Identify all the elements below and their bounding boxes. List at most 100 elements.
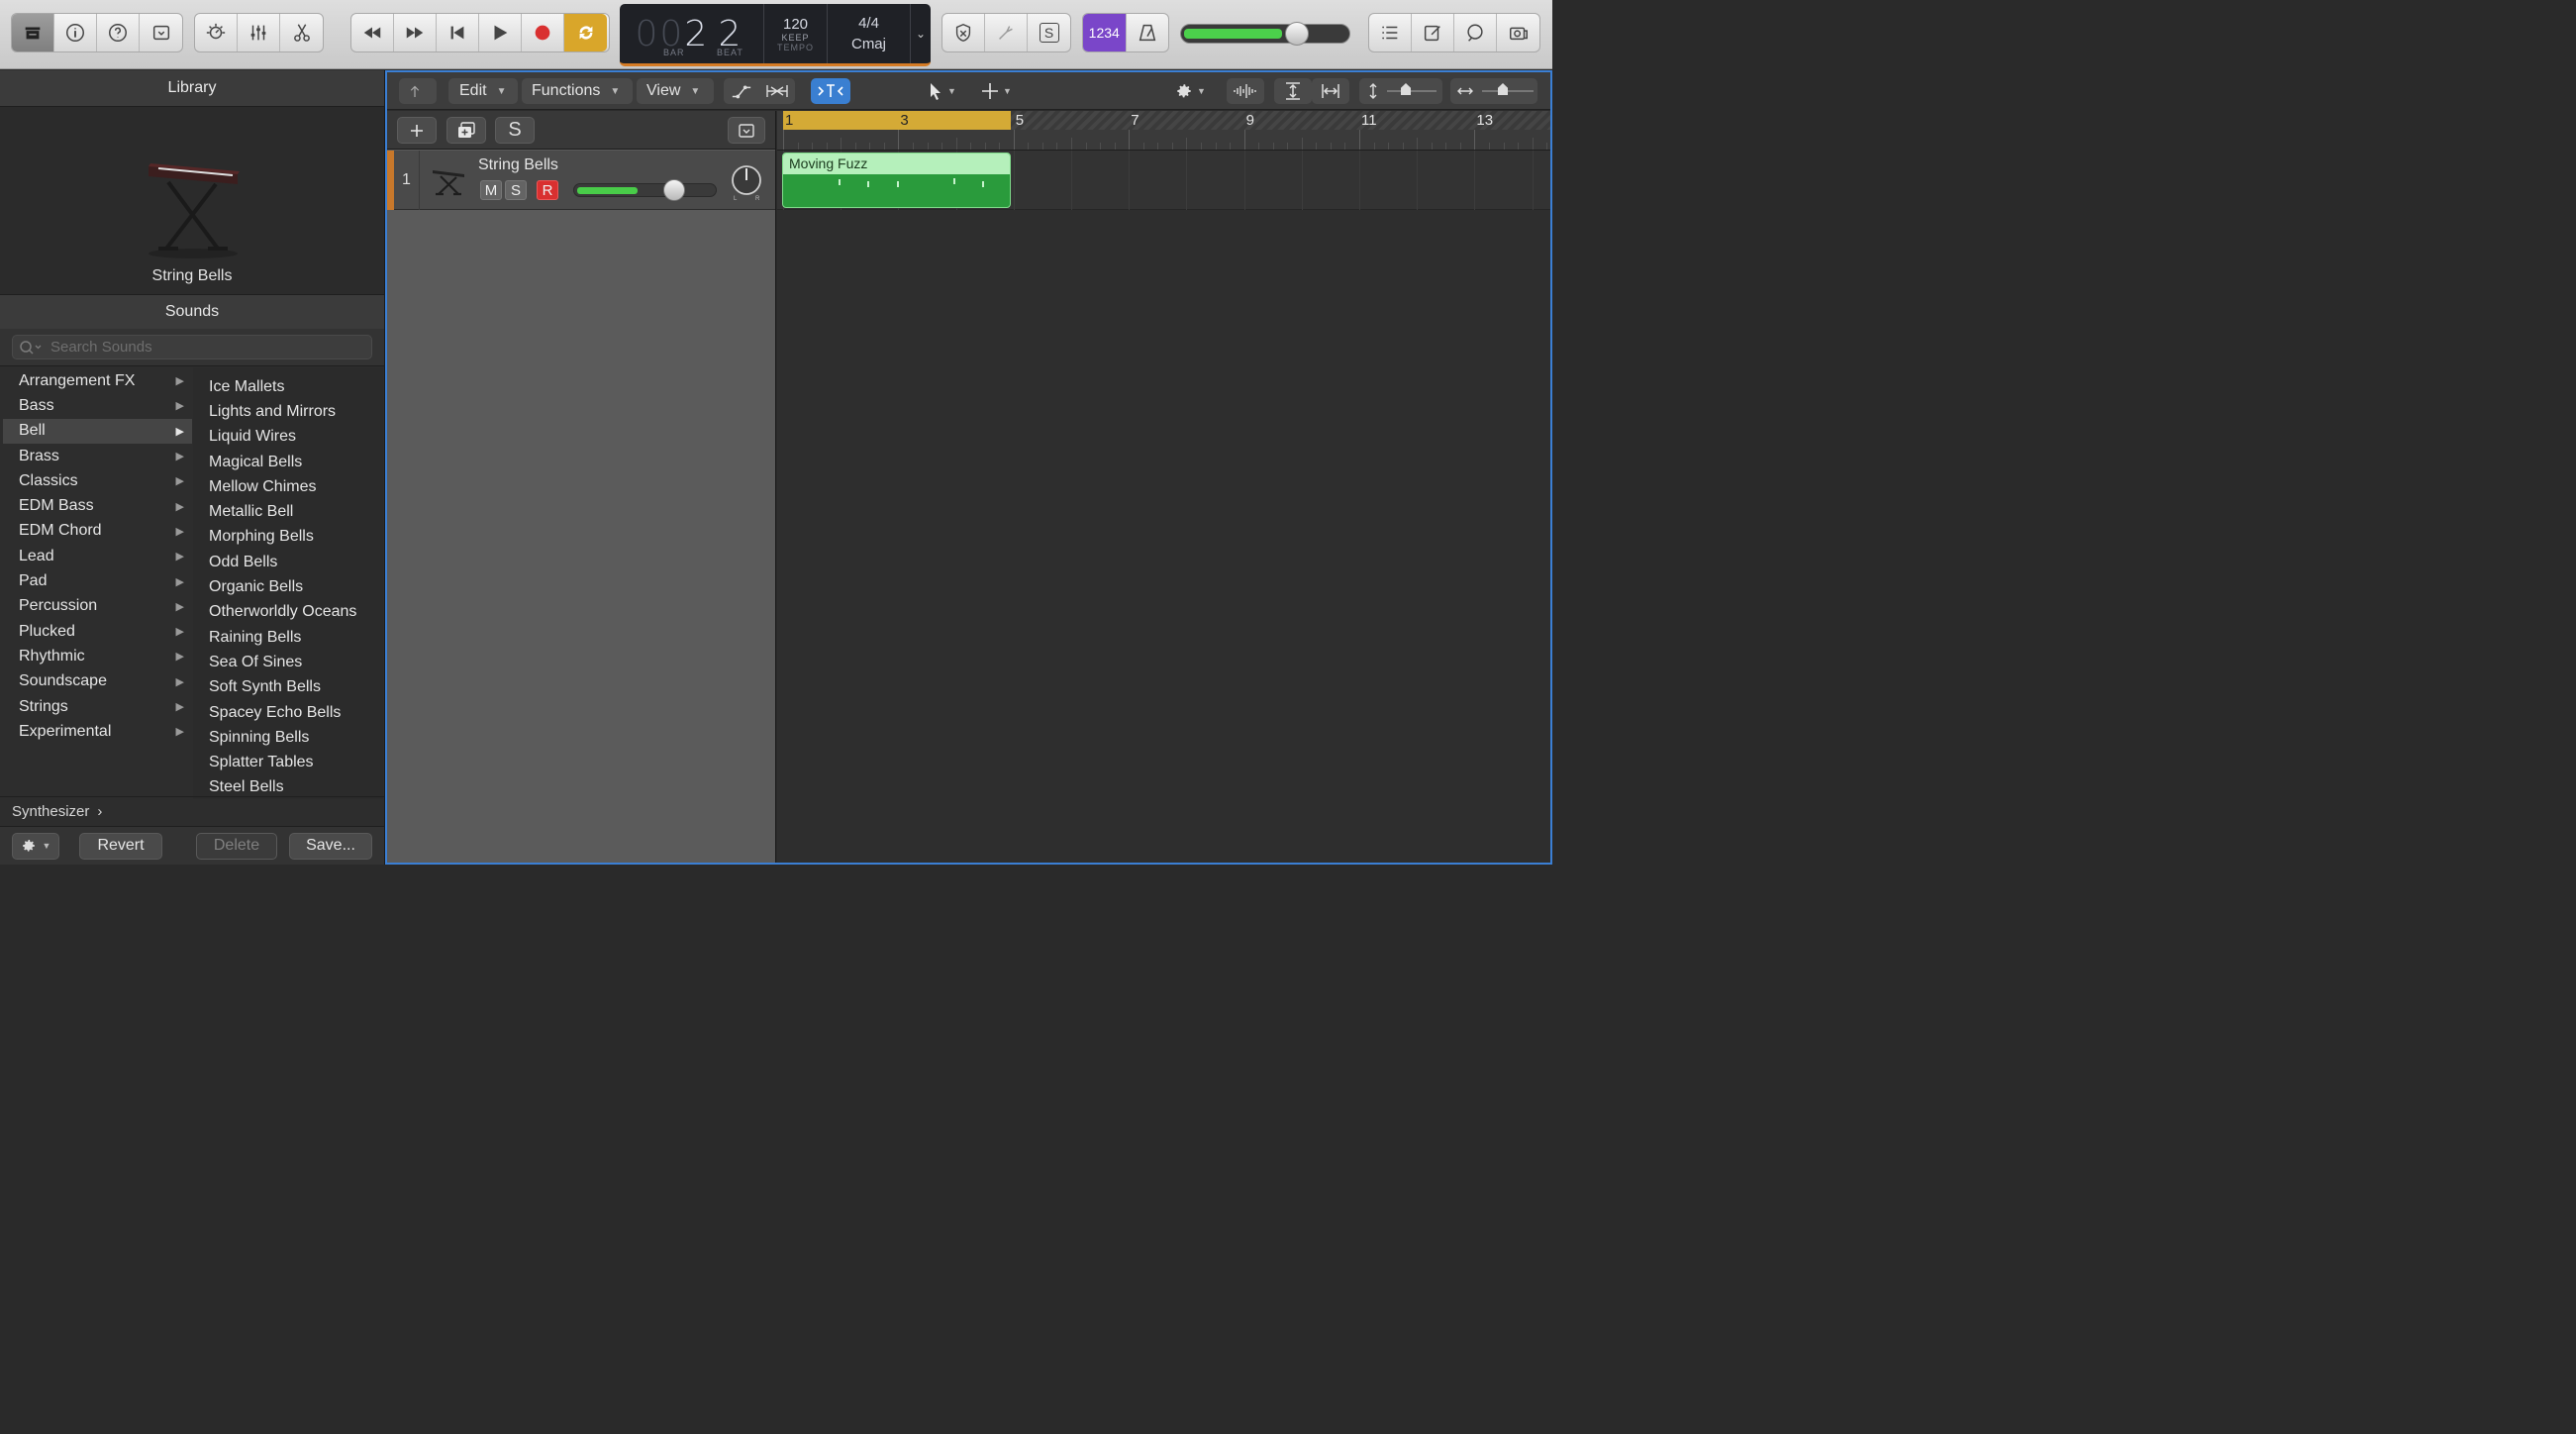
patch-item[interactable]: Liquid Wires	[193, 425, 383, 450]
category-item[interactable]: EDM Chord ▶	[3, 519, 192, 544]
global-solo-button[interactable]: S	[495, 117, 535, 144]
mute-button[interactable]: M	[480, 180, 502, 200]
vertical-fit-button[interactable]	[1274, 78, 1312, 104]
rewind-button[interactable]	[351, 14, 394, 51]
automation-icon[interactable]	[731, 81, 752, 101]
solo-mode-button[interactable]: S	[1028, 14, 1070, 51]
count-in-button[interactable]: 1234	[1083, 14, 1127, 51]
metronome-button[interactable]	[1127, 14, 1169, 51]
settings-menu[interactable]: ▼	[1169, 78, 1213, 104]
loop-browser-button[interactable]	[1454, 14, 1497, 51]
patch-item[interactable]: Magical Bells	[193, 450, 383, 474]
edit-menu[interactable]: Edit ▼	[448, 78, 518, 104]
pan-knob[interactable]: L R	[727, 162, 766, 202]
signature-key-display[interactable]: 4/4 Cmaj	[828, 4, 911, 63]
track-volume-knob[interactable]	[663, 179, 685, 201]
record-enable-button[interactable]: R	[537, 180, 558, 200]
delete-button[interactable]: Delete	[196, 832, 277, 860]
category-item[interactable]: Bass ▶	[3, 393, 192, 418]
patch-item[interactable]: Morphing Bells	[193, 525, 383, 550]
category-item[interactable]: Classics ▶	[3, 468, 192, 493]
patch-item[interactable]: Sea Of Sines	[193, 650, 383, 674]
catch-playhead-button[interactable]	[811, 78, 850, 104]
mixer-button[interactable]	[238, 14, 280, 51]
bar-ruler[interactable]: 1 3 5 7 9 11 13	[777, 111, 1550, 151]
smart-controls-button[interactable]	[195, 14, 238, 51]
collapse-headers-button[interactable]	[728, 117, 765, 144]
browsers-button[interactable]	[1497, 14, 1539, 51]
search-input[interactable]	[50, 339, 347, 356]
horizontal-zoom-slider[interactable]	[1450, 78, 1537, 104]
cycle-button[interactable]	[564, 14, 607, 51]
quick-help-button[interactable]	[97, 14, 140, 51]
vertical-zoom-slider[interactable]	[1359, 78, 1442, 104]
vertical-zoom-thumb[interactable]	[1401, 83, 1411, 95]
position-display[interactable]: 002 2 BAR BEAT	[620, 4, 764, 63]
patch-item[interactable]: Spacey Echo Bells	[193, 700, 383, 725]
patch-item[interactable]: Splatter Tables	[193, 750, 383, 774]
add-track-button[interactable]	[397, 117, 437, 144]
solo-button[interactable]: S	[505, 180, 527, 200]
patch-item[interactable]: Mellow Chimes	[193, 474, 383, 499]
category-item[interactable]: Rhythmic ▶	[3, 644, 192, 668]
library-path[interactable]: Synthesizer ›	[0, 796, 384, 826]
duplicate-track-button[interactable]	[446, 117, 486, 144]
lcd-display[interactable]: 002 2 BAR BEAT 120 KEEP TEMPO 4/4 Cmaj ⌄	[620, 4, 931, 66]
play-button[interactable]	[479, 14, 522, 51]
category-item[interactable]: Experimental ▶	[3, 719, 192, 744]
category-item[interactable]: Lead ▶	[3, 544, 192, 568]
patch-item[interactable]: Organic Bells	[193, 574, 383, 599]
lcd-menu-chevron-icon[interactable]: ⌄	[911, 4, 931, 63]
list-editors-button[interactable]	[1369, 14, 1412, 51]
category-item[interactable]: Plucked ▶	[3, 619, 192, 644]
patch-item[interactable]: Metallic Bell	[193, 499, 383, 524]
search-field[interactable]	[12, 335, 372, 359]
patch-item[interactable]: Soft Synth Bells	[193, 675, 383, 700]
patch-item[interactable]: Lights and Mirrors	[193, 399, 383, 424]
category-item[interactable]: Bell ▶	[3, 418, 192, 444]
go-to-beginning-button[interactable]	[437, 14, 479, 51]
patch-item[interactable]: Ice Mallets	[193, 374, 383, 399]
track-header-1[interactable]: 1 String Bells M S R L R	[387, 151, 775, 210]
search-icon[interactable]	[19, 340, 43, 356]
track-volume-slider[interactable]	[573, 179, 717, 201]
command-click-tool-menu[interactable]: ▼	[973, 78, 1021, 104]
replace-button[interactable]	[942, 14, 985, 51]
note-pad-button[interactable]	[1412, 14, 1454, 51]
view-menu[interactable]: View ▼	[637, 78, 714, 104]
master-volume-slider[interactable]	[1180, 22, 1350, 46]
fast-forward-button[interactable]	[394, 14, 437, 51]
tuner-button[interactable]	[985, 14, 1028, 51]
category-item[interactable]: Arrangement FX ▶	[3, 368, 192, 393]
category-item[interactable]: Pad ▶	[3, 568, 192, 593]
save-button[interactable]: Save...	[289, 832, 372, 860]
horizontal-fit-button[interactable]	[1312, 78, 1349, 104]
midi-region[interactable]: Moving Fuzz	[782, 153, 1011, 208]
horizontal-zoom-thumb[interactable]	[1498, 83, 1508, 95]
waveform-zoom-button[interactable]	[1227, 78, 1264, 104]
category-item[interactable]: Brass ▶	[3, 444, 192, 468]
arrange-area[interactable]: 1 3 5 7 9 11 13 Moving Fuzz	[777, 111, 1550, 863]
patch-item[interactable]: Spinning Bells	[193, 725, 383, 750]
functions-menu[interactable]: Functions ▼	[522, 78, 633, 104]
library-button[interactable]	[12, 14, 54, 51]
category-item[interactable]: Soundscape ▶	[3, 669, 192, 694]
editors-button[interactable]	[280, 14, 323, 51]
left-click-tool-menu[interactable]: ▼	[920, 78, 967, 104]
master-volume-knob[interactable]	[1285, 22, 1309, 46]
library-action-button[interactable]: ▼	[12, 832, 59, 860]
record-button[interactable]	[522, 14, 564, 51]
category-item[interactable]: Percussion ▶	[3, 594, 192, 619]
category-item[interactable]: Strings ▶	[3, 694, 192, 719]
cycle-range[interactable]	[783, 111, 1011, 130]
inspector-button[interactable]	[54, 14, 97, 51]
patch-item[interactable]: Odd Bells	[193, 550, 383, 574]
track-name[interactable]: String Bells	[478, 156, 558, 174]
category-item[interactable]: EDM Bass ▶	[3, 493, 192, 518]
patch-item[interactable]: Raining Bells	[193, 625, 383, 650]
patch-item[interactable]: Otherworldly Oceans	[193, 600, 383, 625]
flex-icon[interactable]	[765, 81, 789, 101]
back-button[interactable]	[399, 78, 437, 104]
tempo-display[interactable]: 120 KEEP TEMPO	[764, 4, 828, 63]
revert-button[interactable]: Revert	[79, 832, 162, 860]
